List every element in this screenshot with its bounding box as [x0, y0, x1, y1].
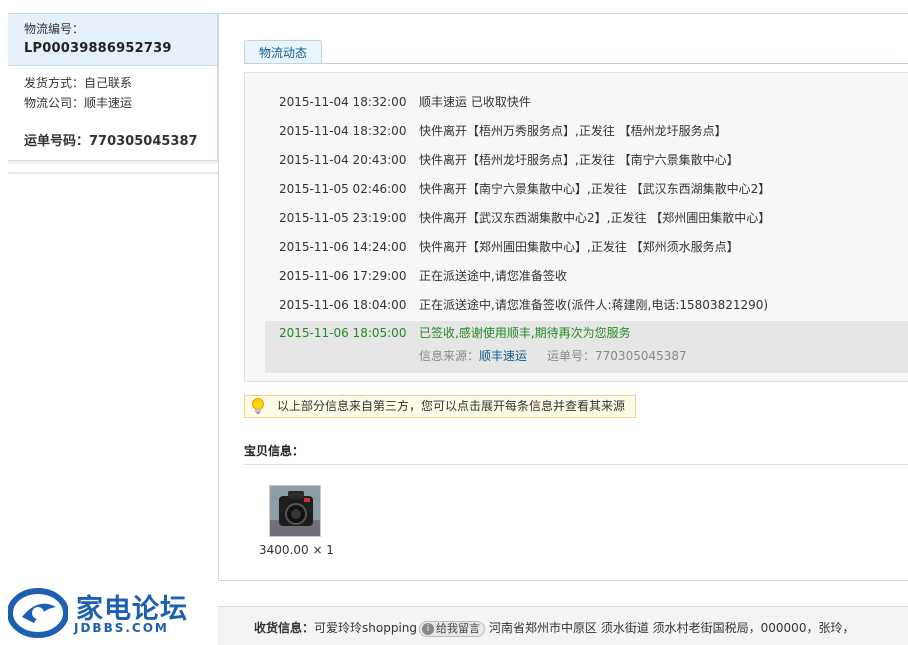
- shipping-label: 收货信息：: [254, 621, 315, 635]
- tracking-row[interactable]: 2015-11-06 17:29:00 正在派送途中,请您准备签收: [279, 266, 567, 286]
- shipping-address: 河南省郑州市中原区 须水街道 须水村老街国税局，000000，张玲，: [489, 621, 855, 635]
- tracking-time: 2015-11-06 14:24:00: [279, 240, 407, 254]
- goods-title: 宝贝信息：: [244, 444, 305, 458]
- card-shadow: [8, 161, 218, 164]
- order-info-card: 物流编号： LP00039886952739 发货方式：自己联系 物流公司：顺丰…: [8, 13, 218, 161]
- leave-message-button[interactable]: i 给我留言: [419, 620, 486, 637]
- tracking-row[interactable]: 2015-11-05 23:19:00 快件离开【武汉东西湖集散中心2】,正发往 …: [279, 208, 770, 228]
- third-party-tip: 以上部分信息来自第三方，您可以点击展开每条信息并查看其来源: [244, 395, 636, 418]
- tracking-row[interactable]: 2015-11-05 02:46:00 快件离开【南宁六景集散中心】,正发往 【武…: [279, 179, 770, 199]
- tracking-time: 2015-11-04 20:43:00: [279, 153, 407, 167]
- latest-time: 2015-11-06 18:05:00: [279, 326, 407, 340]
- tracking-time: 2015-11-05 23:19:00: [279, 211, 407, 225]
- tracking-row[interactable]: 2015-11-04 18:32:00 顺丰速运 已收取快件: [279, 92, 531, 112]
- logo-subtitle: JDBBS.COM: [74, 621, 169, 635]
- tracking-time: 2015-11-04 18:32:00: [279, 124, 407, 138]
- shipping-info-bar: 收货信息：可爱玲玲shopping i 给我留言 河南省郑州市中原区 须水街道 须水村…: [218, 606, 908, 645]
- product-price: 3400.00 × 1: [259, 543, 334, 557]
- lightbulb-icon: [252, 398, 264, 414]
- tracking-text: 快件离开【南宁六景集散中心】,正发往 【武汉东西湖集散中心2】: [419, 182, 771, 196]
- tracking-row-latest[interactable]: 2015-11-06 18:05:00 已签收,感谢使用顺丰,期待再次为您服务 信…: [265, 321, 908, 373]
- tracking-text: 快件离开【武汉东西湖集散中心2】,正发往 【郑州圃田集散中心】: [419, 211, 771, 225]
- logistics-number-block: 物流编号： LP00039886952739: [8, 14, 217, 66]
- buyer-name: 可爱玲玲shopping: [314, 621, 418, 635]
- camera-image: [270, 486, 320, 536]
- logo-swirl-icon: [8, 588, 68, 638]
- carrier: 物流公司：顺丰速运: [24, 96, 133, 110]
- tracking-list: 2015-11-04 18:32:00 顺丰速运 已收取快件 2015-11-04…: [244, 72, 908, 382]
- site-logo[interactable]: 家电论坛 JDBBS.COM: [8, 585, 208, 641]
- tracking-text: 正在派送途中,请您准备签收: [419, 269, 567, 283]
- page: 物流编号： LP00039886952739 发货方式：自己联系 物流公司：顺丰…: [0, 0, 908, 645]
- latest-waybill: 运单号：770305045387: [547, 349, 687, 363]
- tracking-text: 正在派送途中,请您准备签收(派件人:蒋建刚,电话:15803821290): [419, 298, 769, 312]
- waybill-number: 运单号码：770305045387: [24, 134, 198, 149]
- tracking-row[interactable]: 2015-11-04 18:32:00 快件离开【梧州万秀服务点】,正发往 【梧州…: [279, 121, 727, 141]
- tracking-row[interactable]: 2015-11-04 20:43:00 快件离开【梧州龙圩服务点】,正发往 【南宁…: [279, 150, 739, 170]
- ship-method: 发货方式：自己联系: [24, 76, 133, 90]
- leave-message-label: 给我留言: [436, 621, 481, 635]
- logistics-number-label: 物流编号：: [24, 22, 85, 36]
- tracking-row[interactable]: 2015-11-06 18:04:00 正在派送途中,请您准备签收(派件人:蒋建刚…: [279, 295, 768, 315]
- tracking-row[interactable]: 2015-11-06 14:24:00 快件离开【郑州圃田集散中心】,正发往 【郑…: [279, 237, 739, 257]
- divider: [8, 172, 218, 174]
- source-link[interactable]: 顺丰速运: [479, 349, 527, 363]
- latest-text: 已签收,感谢使用顺丰,期待再次为您服务: [419, 326, 631, 340]
- tracking-time: 2015-11-06 18:04:00: [279, 298, 407, 312]
- tracking-time: 2015-11-05 02:46:00: [279, 182, 407, 196]
- tab-underline: [244, 63, 908, 64]
- shipping-info: 收货信息：可爱玲玲shopping i 给我留言 河南省郑州市中原区 须水街道 须水村…: [254, 619, 854, 637]
- tracking-time: 2015-11-04 18:32:00: [279, 95, 407, 109]
- tracking-text: 快件离开【梧州龙圩服务点】,正发往 【南宁六景集散中心】: [419, 153, 739, 167]
- tracking-text: 快件离开【梧州万秀服务点】,正发往 【梧州龙圩服务点】: [419, 124, 727, 138]
- logistics-number: LP00039886952739: [24, 41, 172, 56]
- tracking-text: 快件离开【郑州圃田集散中心】,正发往 【郑州须水服务点】: [419, 240, 739, 254]
- tracking-text: 顺丰速运 已收取快件: [419, 95, 531, 109]
- tip-text: 以上部分信息来自第三方，您可以点击展开每条信息并查看其来源: [277, 399, 626, 413]
- product-thumbnail[interactable]: [269, 485, 321, 537]
- message-icon: i: [422, 622, 435, 635]
- goods-divider: [244, 464, 908, 465]
- source-label: 信息来源：: [419, 349, 480, 363]
- tracking-time: 2015-11-06 17:29:00: [279, 269, 407, 283]
- tab-logistics-updates[interactable]: 物流动态: [244, 40, 322, 64]
